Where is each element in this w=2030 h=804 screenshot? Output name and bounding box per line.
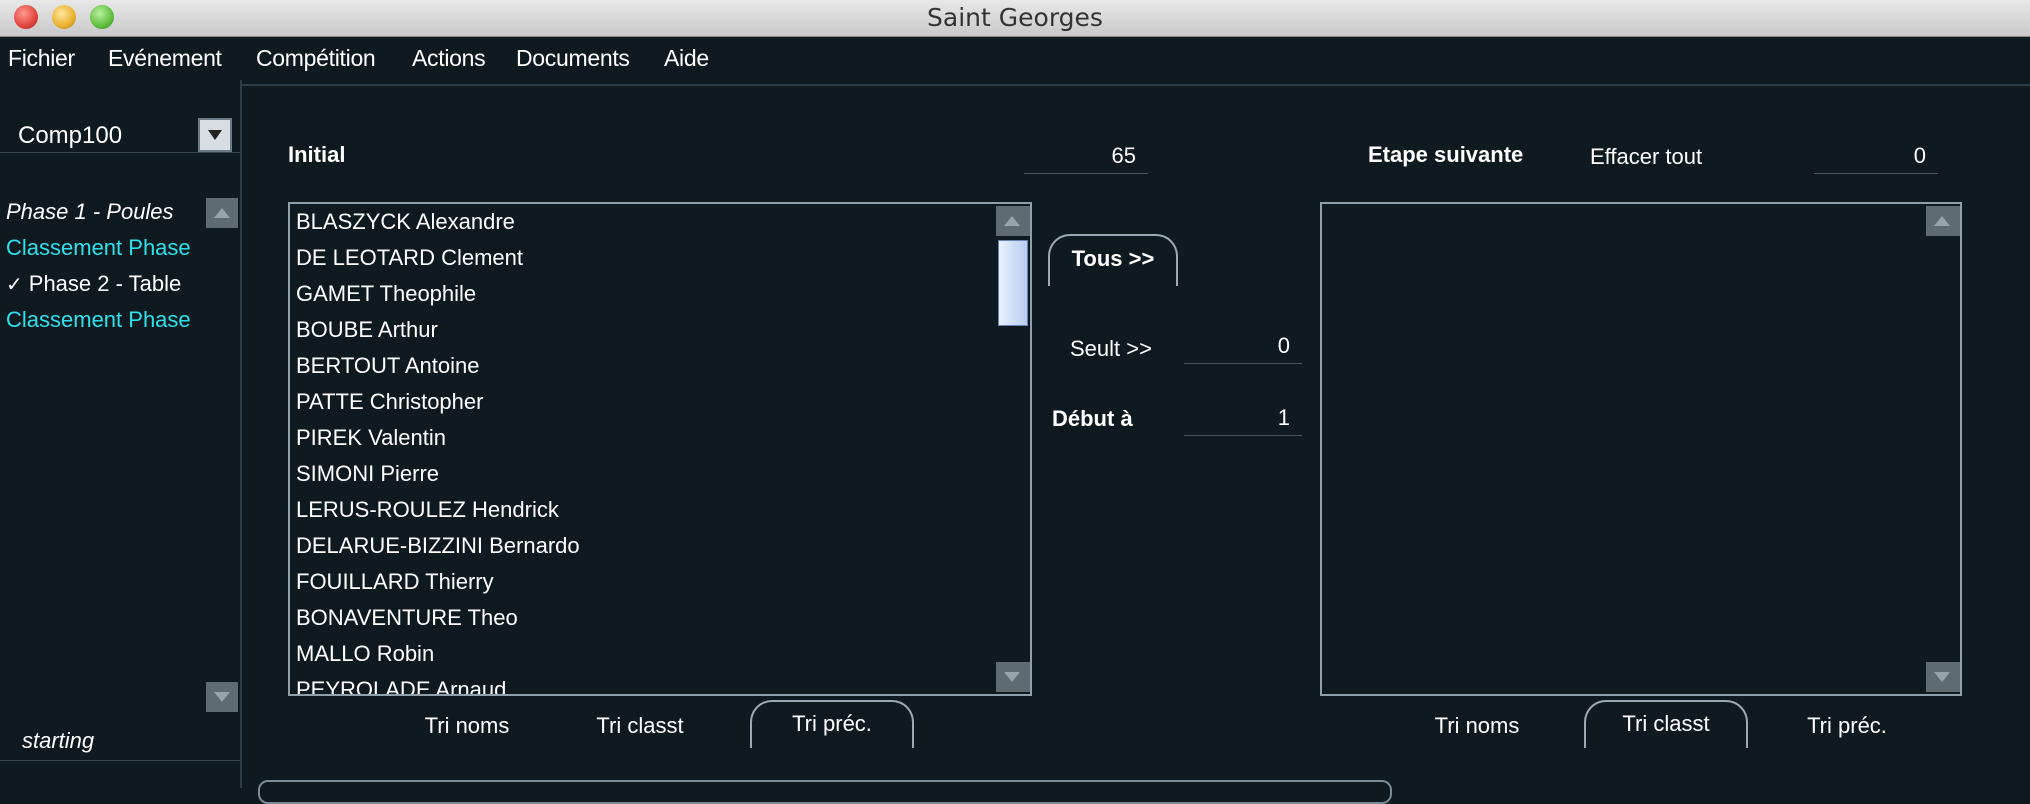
scrollbar-thumb[interactable] xyxy=(998,240,1028,326)
left-sort-by-rank-button[interactable]: Tri classt xyxy=(572,704,708,748)
main-panel: Initial 65 BLASZYCK Alexandre DE LEOTARD… xyxy=(242,84,2030,790)
threshold-button[interactable]: Seult >> xyxy=(1070,336,1152,362)
scroll-down-icon[interactable] xyxy=(206,682,238,712)
right-sort-by-rank-button[interactable]: Tri classt xyxy=(1584,700,1748,748)
phase-list-scrollbar[interactable] xyxy=(206,196,238,716)
phase-item-classement-2[interactable]: Classement Phase xyxy=(6,304,191,336)
threshold-field[interactable]: 0 xyxy=(1184,328,1302,364)
initial-count: 65 xyxy=(1024,138,1148,174)
competition-dropdown-button[interactable] xyxy=(198,118,232,152)
sidebar-divider xyxy=(0,152,240,153)
list-item[interactable]: PEYROLADE Arnaud xyxy=(290,672,1030,694)
scroll-up-icon[interactable] xyxy=(206,198,238,228)
list-item[interactable]: SIMONI Pierre xyxy=(290,456,1030,492)
initial-title: Initial xyxy=(288,142,346,167)
bottom-input-field[interactable] xyxy=(258,780,1392,804)
next-stage-list-scrollbar[interactable] xyxy=(1926,204,1960,694)
scroll-up-icon[interactable] xyxy=(1926,206,1960,236)
list-item[interactable]: BOUBE Arthur xyxy=(290,312,1030,348)
initial-list-scrollbar[interactable] xyxy=(996,204,1030,694)
list-item[interactable]: DELARUE-BIZZINI Bernardo xyxy=(290,528,1030,564)
checkmark-icon: ✓ xyxy=(6,274,23,296)
list-item[interactable]: BERTOUT Antoine xyxy=(290,348,1030,384)
menu-bar: Fichier Evénement Compétition Actions Do… xyxy=(0,37,2030,79)
menu-fichier[interactable]: Fichier xyxy=(8,37,75,79)
title-bar: Saint Georges xyxy=(0,0,2030,37)
window-title: Saint Georges xyxy=(927,3,1103,32)
menu-actions[interactable]: Actions xyxy=(412,37,486,79)
start-at-label: Début à xyxy=(1052,406,1133,431)
list-item[interactable]: FOUILLARD Thierry xyxy=(290,564,1030,600)
move-all-button[interactable]: Tous >> xyxy=(1048,234,1178,286)
list-item[interactable]: BLASZYCK Alexandre xyxy=(290,204,1030,240)
scroll-up-icon[interactable] xyxy=(996,206,1030,236)
menu-aide[interactable]: Aide xyxy=(664,37,709,79)
right-sort-by-name-button[interactable]: Tri noms xyxy=(1412,704,1542,748)
left-sort-by-name-button[interactable]: Tri noms xyxy=(402,704,532,748)
status-text: starting xyxy=(22,728,95,753)
list-item[interactable]: LERUS-ROULEZ Hendrick xyxy=(290,492,1030,528)
phase-item-classement-1[interactable]: Classement Phase xyxy=(6,232,191,264)
scroll-down-icon[interactable] xyxy=(996,662,1030,692)
list-item[interactable]: PATTE Christopher xyxy=(290,384,1030,420)
start-at-field[interactable]: 1 xyxy=(1184,400,1302,436)
clear-all-button[interactable]: Effacer tout xyxy=(1590,144,1702,170)
list-item[interactable]: PIREK Valentin xyxy=(290,420,1030,456)
scroll-down-icon[interactable] xyxy=(1926,662,1960,692)
right-sort-by-previous-button[interactable]: Tri préc. xyxy=(1782,704,1912,748)
initial-fencer-list[interactable]: BLASZYCK Alexandre DE LEOTARD Clement GA… xyxy=(288,202,1032,696)
sidebar-divider xyxy=(0,760,240,761)
menu-competition[interactable]: Compétition xyxy=(256,37,376,79)
competition-select-value[interactable]: Comp100 xyxy=(18,122,122,150)
list-item[interactable]: DE LEOTARD Clement xyxy=(290,240,1030,276)
phase-list: Phase 1 - Poules Classement Phase ✓ Phase… xyxy=(0,196,206,506)
next-stage-fencer-list[interactable] xyxy=(1320,202,1962,696)
phase-item-table[interactable]: ✓ Phase 2 - Table xyxy=(6,268,181,300)
next-stage-title: Etape suivante xyxy=(1368,142,1524,167)
list-item[interactable]: MALLO Robin xyxy=(290,636,1030,672)
menu-documents[interactable]: Documents xyxy=(516,37,630,79)
phase-item-poules[interactable]: Phase 1 - Poules xyxy=(6,196,174,228)
list-item[interactable]: BONAVENTURE Theo xyxy=(290,600,1030,636)
sidebar: Comp100 Phase 1 - Poules Classement Phas… xyxy=(0,80,242,788)
list-item[interactable]: GAMET Theophile xyxy=(290,276,1030,312)
next-stage-count: 0 xyxy=(1814,138,1938,174)
left-sort-by-previous-button[interactable]: Tri préc. xyxy=(750,700,914,748)
menu-evenement[interactable]: Evénement xyxy=(108,37,222,79)
